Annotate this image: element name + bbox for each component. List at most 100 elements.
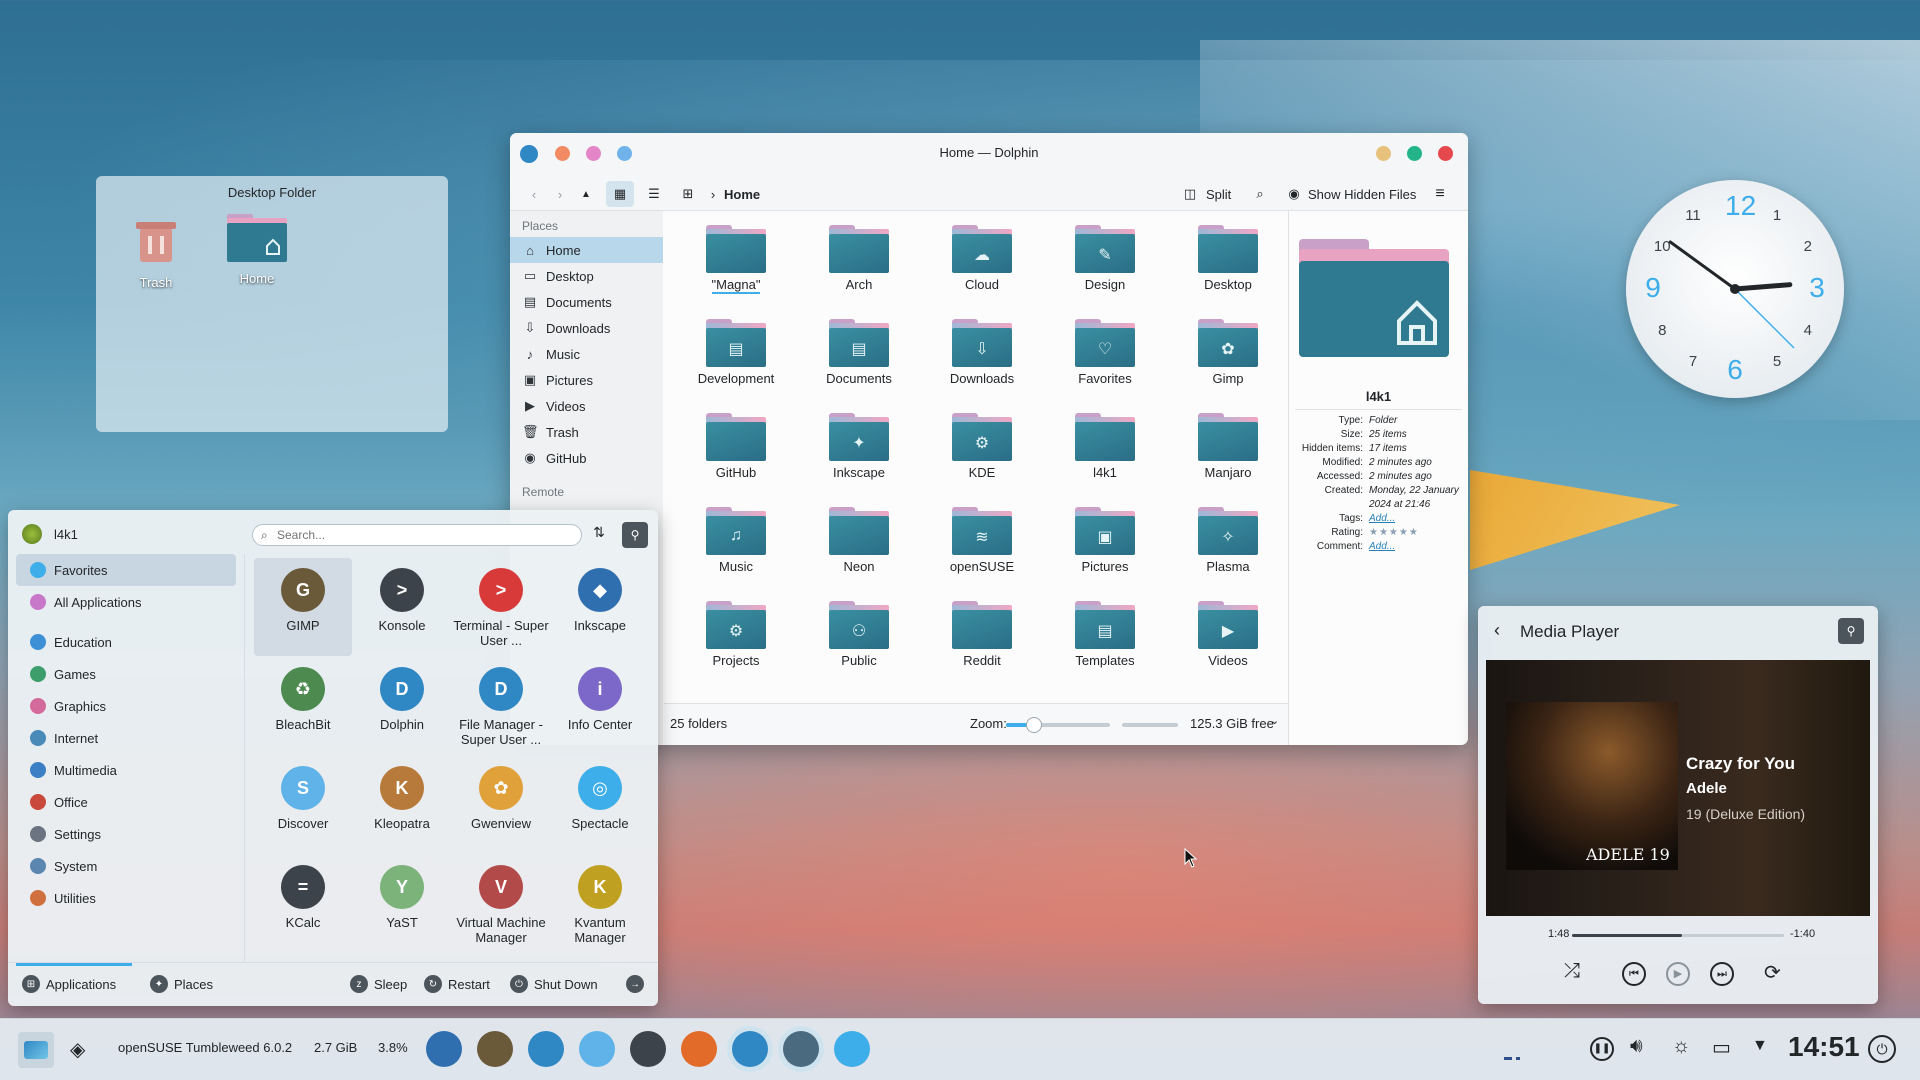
place-item-videos[interactable]: ▶ Videos bbox=[510, 393, 663, 419]
category-graphics[interactable]: Graphics bbox=[16, 690, 236, 722]
next-button[interactable]: ⏭ bbox=[1710, 962, 1734, 986]
place-item-downloads[interactable]: ⇩ Downloads bbox=[510, 315, 663, 341]
app-item[interactable]: K Kleopatra bbox=[353, 756, 451, 854]
icon-view-button[interactable]: ▦ bbox=[606, 181, 634, 207]
app-item[interactable]: > Terminal - Super User ... bbox=[452, 558, 550, 656]
system-monitor-task-icon[interactable] bbox=[528, 1031, 564, 1067]
folder-item[interactable]: Arch bbox=[799, 225, 919, 292]
pin-button[interactable]: ⚲ bbox=[1838, 618, 1864, 644]
folder-item[interactable]: Manjaro bbox=[1168, 413, 1288, 480]
window-titlebar[interactable]: Home — Dolphin bbox=[510, 133, 1468, 175]
split-button[interactable]: Split bbox=[1206, 181, 1231, 207]
folder-item[interactable]: ⇩ Downloads bbox=[922, 319, 1042, 386]
breadcrumb[interactable]: Home bbox=[724, 181, 760, 207]
folder-item[interactable]: Neon bbox=[799, 507, 919, 574]
avatar[interactable] bbox=[22, 524, 42, 544]
app-item[interactable]: S Discover bbox=[254, 756, 352, 854]
category-favorites[interactable]: Favorites bbox=[16, 554, 236, 586]
restart-button[interactable]: ↻ Restart bbox=[424, 975, 490, 993]
app-item[interactable]: K Kvantum Manager bbox=[551, 855, 649, 953]
category-system[interactable]: System bbox=[16, 850, 236, 882]
app-item[interactable]: ◎ Spectacle bbox=[551, 756, 649, 854]
place-item-home[interactable]: ⌂ Home bbox=[510, 237, 663, 263]
folder-item[interactable]: ✧ Plasma bbox=[1168, 507, 1288, 574]
progress-bar[interactable] bbox=[1572, 934, 1784, 937]
folder-item[interactable]: "Magna" bbox=[676, 225, 796, 294]
app-item[interactable]: ♻ BleachBit bbox=[254, 657, 352, 755]
search-input[interactable] bbox=[277, 527, 567, 543]
folder-item[interactable]: ▶ Videos bbox=[1168, 601, 1288, 668]
zoom-slider[interactable] bbox=[1006, 717, 1110, 733]
place-item-github[interactable]: ◉ GitHub bbox=[510, 445, 663, 471]
folder-item[interactable]: ▤ Documents bbox=[799, 319, 919, 386]
category-internet[interactable]: Internet bbox=[16, 722, 236, 754]
sleep-button[interactable]: z Sleep bbox=[350, 975, 407, 993]
folder-item[interactable]: ▤ Templates bbox=[1045, 601, 1165, 668]
up-icon[interactable]: ▲ bbox=[576, 181, 596, 207]
close-button[interactable] bbox=[1438, 146, 1453, 161]
back-icon[interactable]: ‹ bbox=[524, 181, 544, 207]
discover-task-icon[interactable] bbox=[579, 1031, 615, 1067]
launcher-button[interactable] bbox=[18, 1032, 54, 1068]
details-view-button[interactable]: ☰ bbox=[640, 181, 668, 207]
app-item[interactable]: i Info Center bbox=[551, 657, 649, 755]
app-item[interactable]: Y YaST bbox=[353, 855, 451, 953]
folder-item[interactable]: ≋ openSUSE bbox=[922, 507, 1042, 574]
kcalc-task-icon[interactable] bbox=[783, 1031, 819, 1067]
layers-icon[interactable]: ◈ bbox=[70, 1037, 85, 1062]
folder-item[interactable]: ☁ Cloud bbox=[922, 225, 1042, 292]
previous-button[interactable]: ⏮ bbox=[1622, 962, 1646, 986]
folder-item[interactable]: GitHub bbox=[676, 413, 796, 480]
category-settings[interactable]: Settings bbox=[16, 818, 236, 850]
app-item[interactable]: D File Manager - Super User ... bbox=[452, 657, 550, 755]
desktop-item-trash[interactable]: Trash bbox=[116, 212, 196, 290]
place-item-documents[interactable]: ▤ Documents bbox=[510, 289, 663, 315]
folder-item[interactable]: ✦ Inkscape bbox=[799, 413, 919, 480]
settings-task-icon[interactable] bbox=[630, 1031, 666, 1067]
back-icon[interactable]: ‹ bbox=[1494, 620, 1500, 641]
folder-item[interactable]: ✿ Gimp bbox=[1168, 319, 1288, 386]
place-item-pictures[interactable]: ▣ Pictures bbox=[510, 367, 663, 393]
search-icon[interactable]: ⌕ bbox=[1250, 181, 1270, 207]
app-item[interactable]: ◆ Inkscape bbox=[551, 558, 649, 656]
app-item[interactable]: ✿ Gwenview bbox=[452, 756, 550, 854]
search-input-wrapper[interactable]: ⌕ bbox=[252, 524, 582, 546]
folder-item[interactable]: Desktop bbox=[1168, 225, 1288, 292]
place-item-trash[interactable]: 🗑︎ Trash bbox=[510, 419, 663, 445]
applications-tab[interactable]: ⊞ Applications bbox=[22, 975, 116, 993]
minimize-button[interactable] bbox=[1376, 146, 1391, 161]
app-item[interactable]: V Virtual Machine Manager bbox=[452, 855, 550, 953]
power-icon[interactable]: ⏻ bbox=[1868, 1035, 1896, 1063]
pin-button[interactable]: ⚲ bbox=[622, 522, 648, 548]
play-button[interactable]: ▶ bbox=[1666, 962, 1690, 986]
maximize-button[interactable] bbox=[1407, 146, 1422, 161]
category-games[interactable]: Games bbox=[16, 658, 236, 690]
folder-item[interactable]: ⚇ Public bbox=[799, 601, 919, 668]
firefox-task-icon[interactable] bbox=[681, 1031, 717, 1067]
shutdown-button[interactable]: ⏻ Shut Down bbox=[510, 975, 598, 993]
configure-icon[interactable]: ⇅ bbox=[588, 524, 610, 546]
app-item[interactable]: G GIMP bbox=[254, 558, 352, 656]
rating-stars[interactable]: ★★★★★ bbox=[1369, 526, 1468, 540]
app-item[interactable]: D Dolphin bbox=[353, 657, 451, 755]
folder-item[interactable]: Reddit bbox=[922, 601, 1042, 668]
folder-item[interactable]: ✎ Design bbox=[1045, 225, 1165, 292]
folder-item[interactable]: ⚙ KDE bbox=[922, 413, 1042, 480]
desktop-item-home[interactable]: Home bbox=[217, 212, 297, 286]
folder-item[interactable]: l4k1 bbox=[1045, 413, 1165, 480]
more-power-options-button[interactable]: → bbox=[626, 975, 650, 993]
folder-item[interactable]: ♡ Favorites bbox=[1045, 319, 1165, 386]
compact-view-button[interactable]: ⊞ bbox=[674, 181, 702, 207]
place-item-desktop[interactable]: ▭ Desktop bbox=[510, 263, 663, 289]
info-value[interactable]: Add... bbox=[1369, 512, 1468, 526]
zoom-slider-handle[interactable] bbox=[1026, 717, 1042, 733]
forward-icon[interactable]: › bbox=[550, 181, 570, 207]
app-item[interactable]: = KCalc bbox=[254, 855, 352, 953]
folder-item[interactable]: ♫ Music bbox=[676, 507, 796, 574]
category-multimedia[interactable]: Multimedia bbox=[16, 754, 236, 786]
places-tab[interactable]: ✦ Places bbox=[150, 975, 213, 993]
dolphin-task-icon[interactable] bbox=[732, 1031, 768, 1067]
folder-item[interactable]: ▣ Pictures bbox=[1045, 507, 1165, 574]
display-icon[interactable]: ▭ bbox=[1712, 1035, 1731, 1060]
category-office[interactable]: Office bbox=[16, 786, 236, 818]
